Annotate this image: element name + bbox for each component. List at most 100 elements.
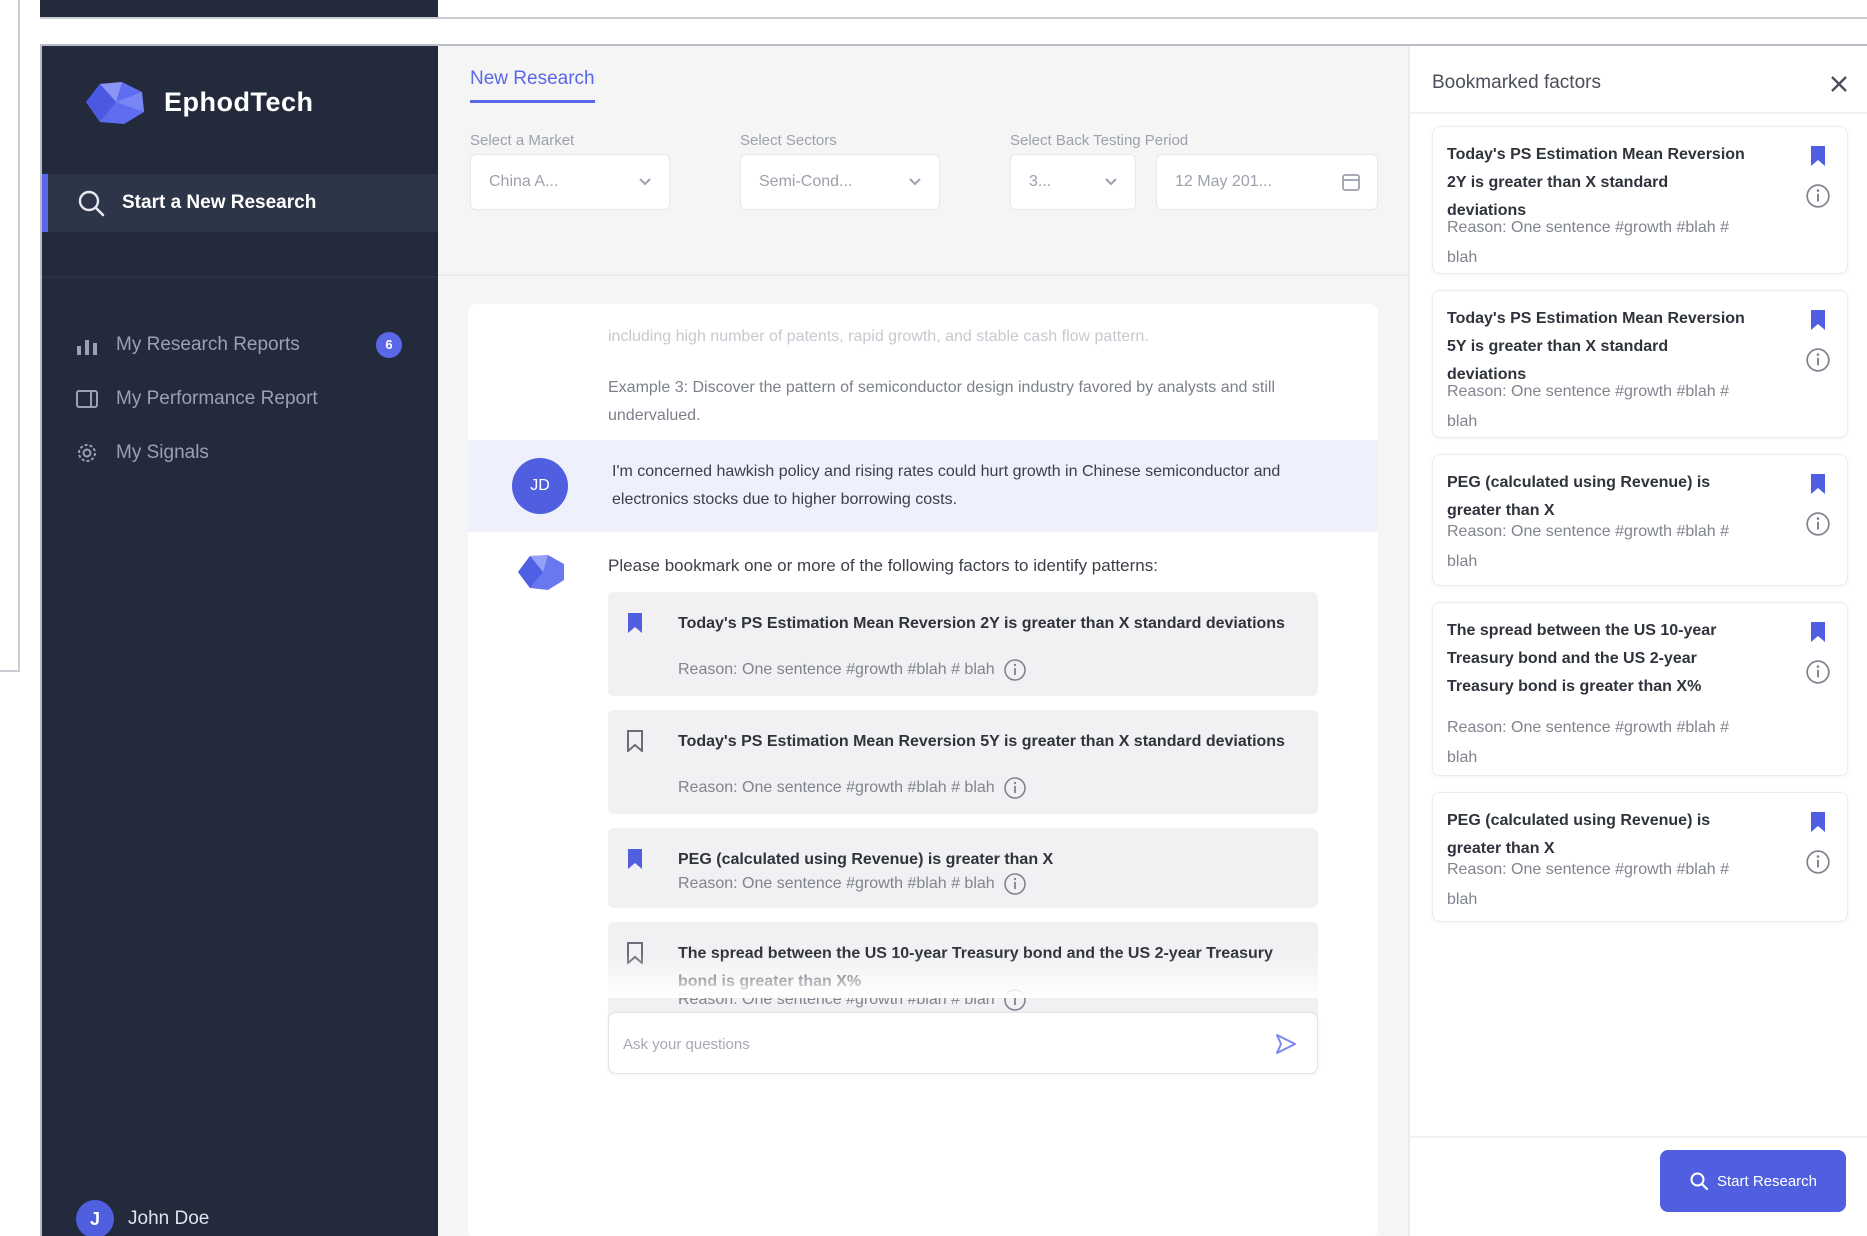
info-icon[interactable]	[1805, 511, 1831, 537]
start-date-field[interactable]: 12 May 201...	[1156, 154, 1378, 210]
info-icon[interactable]	[1805, 183, 1831, 209]
tab-new-research[interactable]: New Research	[470, 68, 595, 103]
toolbar-divider	[438, 274, 1408, 276]
factor-reason-text: Reason: One sentence #growth #blah # bla…	[678, 875, 995, 893]
bookmarked-factor-reason: Reason: One sentence #growth #blah # bla…	[1447, 523, 1729, 570]
bookmarked-factor-card: PEG (calculated using Revenue) is greate…	[1432, 454, 1848, 586]
bar-chart-icon	[77, 340, 97, 355]
factor-card: Today's PS Estimation Mean Reversion 5Y …	[608, 710, 1318, 814]
gear-icon	[78, 444, 96, 462]
factor-reason-text: Reason: One sentence #growth #blah # bla…	[678, 779, 995, 797]
factor-card: Today's PS Estimation Mean Reversion 2Y …	[608, 592, 1318, 696]
close-icon[interactable]	[1827, 72, 1851, 96]
user-name: John Doe	[128, 1208, 210, 1229]
start-date-value: 12 May 201...	[1175, 173, 1272, 190]
avatar: J	[76, 1200, 114, 1236]
factor-reason: Reason: One sentence #growth #blah # bla…	[678, 776, 1027, 800]
search-icon	[1690, 1172, 1709, 1191]
chevron-down-icon	[909, 178, 921, 186]
bookmark-filled-icon[interactable]	[1809, 621, 1827, 643]
assistant-intro-text: Please bookmark one or more of the follo…	[608, 556, 1158, 575]
main-content: New Research Select a Market China A... …	[438, 46, 1408, 1236]
bookmark-outline-icon[interactable]	[626, 730, 644, 752]
period-label: Select Back Testing Period	[1010, 132, 1189, 149]
window-frame-top	[0, 0, 1867, 20]
market-select[interactable]: China A...	[470, 154, 670, 210]
bookmark-filled-icon[interactable]	[1809, 309, 1827, 331]
sidebar: EphodTech Start a New Research My Resear…	[42, 46, 438, 1236]
bookmarked-factor-reason: Reason: One sentence #growth #blah # bla…	[1447, 861, 1729, 908]
window-frame-top-sidebar	[40, 0, 438, 18]
market-value: China A...	[489, 173, 559, 190]
bookmarked-factors-panel: Bookmarked factors Today's PS Estimation…	[1408, 46, 1867, 1236]
bookmarked-factor-card: Today's PS Estimation Mean Reversion 2Y …	[1432, 126, 1848, 274]
bookmark-filled-icon[interactable]	[1809, 145, 1827, 167]
info-icon[interactable]	[1805, 347, 1831, 373]
window-frame-left-foot	[0, 670, 20, 672]
ask-input-box[interactable]	[608, 1012, 1318, 1074]
sidebar-item-label: My Performance Report	[116, 388, 318, 409]
start-research-button[interactable]: Start Research	[1660, 1150, 1846, 1212]
factor-reason: Reason: One sentence #growth #blah # bla…	[678, 872, 1027, 896]
sectors-value: Semi-Cond...	[759, 173, 853, 190]
info-icon[interactable]	[1003, 658, 1027, 682]
chevron-down-icon	[639, 178, 651, 186]
start-new-research-label: Start a New Research	[122, 192, 317, 213]
bookmark-filled-icon[interactable]	[1809, 811, 1827, 833]
logo[interactable]: EphodTech	[78, 76, 314, 128]
bookmarked-factor-reason: Reason: One sentence #growth #blah # bla…	[1447, 219, 1729, 266]
sidebar-item-label: My Signals	[116, 442, 209, 463]
info-icon[interactable]	[1805, 659, 1831, 685]
start-new-research-button[interactable]: Start a New Research	[42, 174, 438, 232]
factor-card: PEG (calculated using Revenue) is greate…	[608, 828, 1318, 908]
search-icon	[78, 190, 105, 217]
panel-divider	[1410, 112, 1867, 114]
logo-icon	[86, 82, 144, 124]
bookmark-filled-icon[interactable]	[626, 612, 644, 634]
bookmarked-factor-card: PEG (calculated using Revenue) is greate…	[1432, 792, 1848, 922]
info-icon[interactable]	[1003, 872, 1027, 896]
scroll-fade	[468, 954, 1378, 998]
sectors-label: Select Sectors	[740, 132, 837, 149]
factor-title: PEG (calculated using Revenue) is greate…	[678, 851, 1054, 868]
assistant-logo-icon	[518, 555, 564, 590]
avatar: JD	[512, 458, 568, 514]
chevron-down-icon	[1105, 178, 1117, 186]
sectors-select[interactable]: Semi-Cond...	[740, 154, 940, 210]
period-value: 3...	[1029, 173, 1052, 190]
calendar-icon	[1342, 174, 1360, 191]
period-select[interactable]: 3...	[1010, 154, 1136, 210]
sidebar-item-signals[interactable]: My Signals	[74, 440, 209, 466]
market-label: Select a Market	[470, 132, 575, 149]
sidebar-divider	[42, 276, 438, 278]
bookmark-filled-icon[interactable]	[1809, 473, 1827, 495]
bookmarked-factor-card: The spread between the US 10-year Treasu…	[1432, 602, 1848, 776]
bookmarked-factor-reason: Reason: One sentence #growth #blah # bla…	[1447, 383, 1729, 430]
sidebar-item-label: My Research Reports	[116, 334, 300, 355]
factor-title: Today's PS Estimation Mean Reversion 5Y …	[678, 733, 1285, 750]
app-window: EphodTech Start a New Research My Resear…	[40, 44, 1867, 1236]
factor-reason-text: Reason: One sentence #growth #blah # bla…	[678, 661, 995, 679]
user-profile[interactable]: J John Doe	[76, 1200, 209, 1236]
bookmark-filled-icon[interactable]	[626, 848, 644, 870]
bookmarked-factor-card: Today's PS Estimation Mean Reversion 5Y …	[1432, 290, 1848, 438]
start-research-label: Start Research	[1716, 1172, 1818, 1190]
sidebar-item-research-reports[interactable]: My Research Reports	[74, 332, 300, 358]
research-reports-badge: 6	[376, 332, 402, 358]
panel-footer-divider	[1410, 1136, 1867, 1138]
window-frame-left-border	[18, 0, 20, 672]
window-frame-top-border	[40, 17, 1867, 19]
example-prompt[interactable]: Example 3: Discover the pattern of semic…	[608, 374, 1308, 430]
ask-input[interactable]	[623, 1029, 1223, 1059]
sidebar-item-performance-report[interactable]: My Performance Report	[74, 386, 318, 412]
report-icon	[76, 390, 98, 408]
user-message: JD I'm concerned hawkish policy and risi…	[468, 440, 1378, 532]
send-icon[interactable]	[1273, 1031, 1299, 1057]
user-message-text: I'm concerned hawkish policy and rising …	[612, 463, 1281, 508]
factor-reason: Reason: One sentence #growth #blah # bla…	[678, 658, 1027, 682]
panel-title: Bookmarked factors	[1432, 72, 1601, 93]
bookmarked-factor-reason: Reason: One sentence #growth #blah # bla…	[1447, 719, 1729, 766]
info-icon[interactable]	[1003, 776, 1027, 800]
faded-example-line: including high number of patents, rapid …	[608, 328, 1149, 345]
info-icon[interactable]	[1805, 849, 1831, 875]
